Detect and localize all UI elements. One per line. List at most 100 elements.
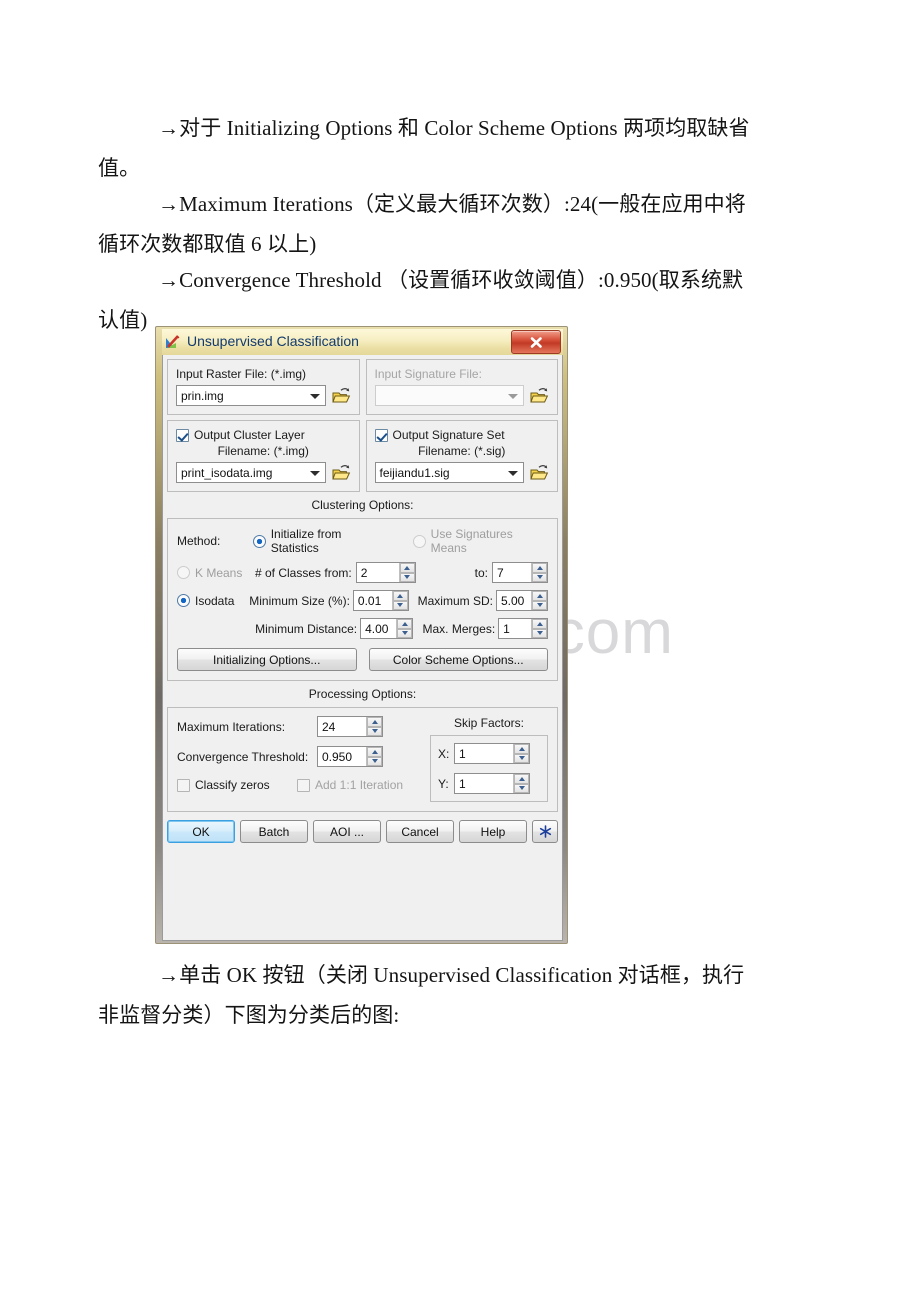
output-cluster-filename-label: Filename: (*.img): [217, 444, 309, 458]
maximum-sd-down-button[interactable]: [532, 600, 547, 610]
output-cluster-checkbox[interactable]: [176, 428, 189, 442]
aoi-button[interactable]: AOI ...: [313, 820, 381, 843]
minimum-distance-up-button[interactable]: [397, 619, 413, 629]
input-signature-combo[interactable]: [374, 385, 524, 406]
output-signature-checkbox[interactable]: [374, 428, 388, 442]
minimum-size-label: Minimum Size (%):: [249, 593, 350, 608]
output-cluster-browse-button[interactable]: [331, 464, 351, 481]
maximum-sd-up-button[interactable]: [532, 591, 547, 601]
maximum-iterations-spinner[interactable]: 24: [317, 716, 383, 737]
convergence-threshold-down-button[interactable]: [367, 756, 382, 766]
input-raster-browse-button[interactable]: [331, 387, 351, 404]
paragraph-line: 循环次数都取值 6 以上): [98, 232, 317, 256]
use-signatures-means-radio-row[interactable]: Use Signatures Means: [412, 527, 548, 555]
maximum-iterations-down-button[interactable]: [367, 726, 382, 736]
classes-to-up-button[interactable]: [532, 563, 547, 573]
paragraph-initializing-options: →对于 Initializing Options 和 Color Scheme …: [98, 108, 820, 188]
add-iteration-label: Add 1:1 Iteration: [315, 778, 404, 792]
method-label: Method:: [177, 534, 221, 548]
close-x-icon: [530, 336, 542, 348]
max-merges-down-button[interactable]: [532, 628, 547, 638]
classes-from-down-button[interactable]: [399, 572, 415, 582]
dialog-title: Unsupervised Classification: [187, 333, 359, 349]
minimum-distance-down-button[interactable]: [397, 628, 413, 638]
maximum-sd-value: 5.00: [496, 591, 531, 610]
skip-x-down-button[interactable]: [514, 753, 529, 763]
classes-to-spinner[interactable]: 7: [492, 562, 548, 583]
minimum-size-spinner[interactable]: 0.01: [352, 590, 409, 611]
classes-to-label: to:: [474, 565, 488, 580]
clustering-options-title: Clustering Options:: [311, 498, 414, 512]
output-files-row: Output Cluster Layer Filename: (*.img) p…: [167, 420, 558, 492]
minimum-distance-value: 4.00: [361, 619, 397, 638]
skip-x-spinner[interactable]: 1: [454, 743, 530, 764]
max-merges-up-button[interactable]: [532, 619, 547, 629]
color-scheme-options-button[interactable]: Color Scheme Options...: [368, 648, 548, 671]
asterisk-icon: [539, 825, 551, 838]
add-iteration-checkbox-row[interactable]: Add 1:1 Iteration: [297, 778, 403, 792]
initialize-from-statistics-label: Initialize from Statistics: [270, 527, 342, 555]
minimum-size-up-button[interactable]: [392, 591, 408, 601]
use-signatures-means-label: Use Signatures Means: [430, 527, 513, 555]
convergence-threshold-value: 0.950: [318, 747, 366, 766]
chevron-down-icon: [508, 470, 518, 476]
k-means-radio[interactable]: [177, 566, 190, 579]
output-cluster-value: print_isodata.img: [181, 465, 273, 480]
max-merges-spinner[interactable]: 1: [498, 618, 548, 639]
skip-y-down-button[interactable]: [514, 783, 529, 793]
maximum-iterations-up-button[interactable]: [367, 717, 382, 727]
output-signature-browse-button[interactable]: [530, 464, 549, 481]
dialog-title-bar[interactable]: Unsupervised Classification: [162, 329, 563, 355]
classes-to-value: 7: [493, 563, 531, 582]
initialize-from-statistics-radio-row[interactable]: Initialize from Statistics: [252, 527, 389, 555]
initializing-options-button[interactable]: Initializing Options...: [177, 648, 357, 671]
isodata-label: Isodata: [195, 593, 235, 608]
paragraph-line: 值。: [98, 156, 141, 180]
isodata-radio[interactable]: [177, 594, 190, 607]
classify-zeros-checkbox[interactable]: [177, 778, 190, 792]
add-iteration-checkbox[interactable]: [297, 778, 310, 792]
paragraph-line: →对于 Initializing Options 和 Color Scheme …: [158, 116, 750, 140]
skip-y-value: 1: [455, 774, 513, 793]
input-files-row: Input Raster File: (*.img) prin.img Inpu…: [167, 359, 558, 415]
close-button[interactable]: [511, 330, 561, 354]
paragraph-line: →Convergence Threshold （设置循环收敛阈值）:0.950(…: [158, 268, 744, 292]
output-signature-checkbox-row[interactable]: Output Signature Set: [374, 428, 550, 442]
clustering-options-group: Method: Initialize from Statistics Use S…: [167, 518, 558, 681]
batch-button[interactable]: Batch: [240, 820, 308, 843]
dialog-button-bar: OK Batch AOI ... Cancel Help: [167, 820, 558, 843]
output-signature-combo[interactable]: feijiandu1.sig: [374, 462, 524, 483]
isodata-radio-row[interactable]: Isodata: [177, 594, 249, 608]
classes-from-value: 2: [356, 563, 399, 582]
initialize-from-statistics-radio[interactable]: [252, 534, 266, 548]
convergence-threshold-up-button[interactable]: [367, 747, 382, 757]
input-signature-browse-button[interactable]: [530, 387, 549, 404]
asterisk-button[interactable]: [532, 820, 558, 843]
maximum-sd-spinner[interactable]: 5.00: [495, 590, 548, 611]
minimum-distance-spinner[interactable]: 4.00: [360, 618, 414, 639]
minimum-size-down-button[interactable]: [392, 600, 408, 610]
output-cluster-checkbox-row[interactable]: Output Cluster Layer: [176, 428, 351, 442]
use-signatures-means-radio[interactable]: [412, 534, 426, 548]
skip-y-up-button[interactable]: [514, 774, 529, 784]
ok-button[interactable]: OK: [167, 820, 235, 843]
output-cluster-label: Output Cluster Layer: [194, 428, 305, 442]
cancel-button[interactable]: Cancel: [386, 820, 454, 843]
classes-from-label: # of Classes from:: [255, 565, 352, 580]
output-cluster-combo[interactable]: print_isodata.img: [176, 462, 326, 483]
classes-from-spinner[interactable]: 2: [355, 562, 416, 583]
k-means-radio-row[interactable]: K Means: [177, 566, 255, 580]
convergence-threshold-spinner[interactable]: 0.950: [317, 746, 383, 767]
max-merges-value: 1: [499, 619, 531, 638]
maximum-sd-label: Maximum SD:: [417, 593, 493, 608]
skip-x-up-button[interactable]: [514, 744, 529, 754]
classify-zeros-checkbox-row[interactable]: Classify zeros: [177, 778, 297, 792]
skip-factors-label: Skip Factors:: [453, 716, 525, 730]
help-button[interactable]: Help: [459, 820, 527, 843]
paragraph-click-ok: →单击 OK 按钮（关闭 Unsupervised Classification…: [98, 955, 820, 1035]
chevron-down-icon: [309, 393, 320, 399]
classes-to-down-button[interactable]: [532, 572, 547, 582]
classes-from-up-button[interactable]: [399, 563, 415, 573]
input-raster-combo[interactable]: prin.img: [176, 385, 326, 406]
skip-y-spinner[interactable]: 1: [454, 773, 530, 794]
